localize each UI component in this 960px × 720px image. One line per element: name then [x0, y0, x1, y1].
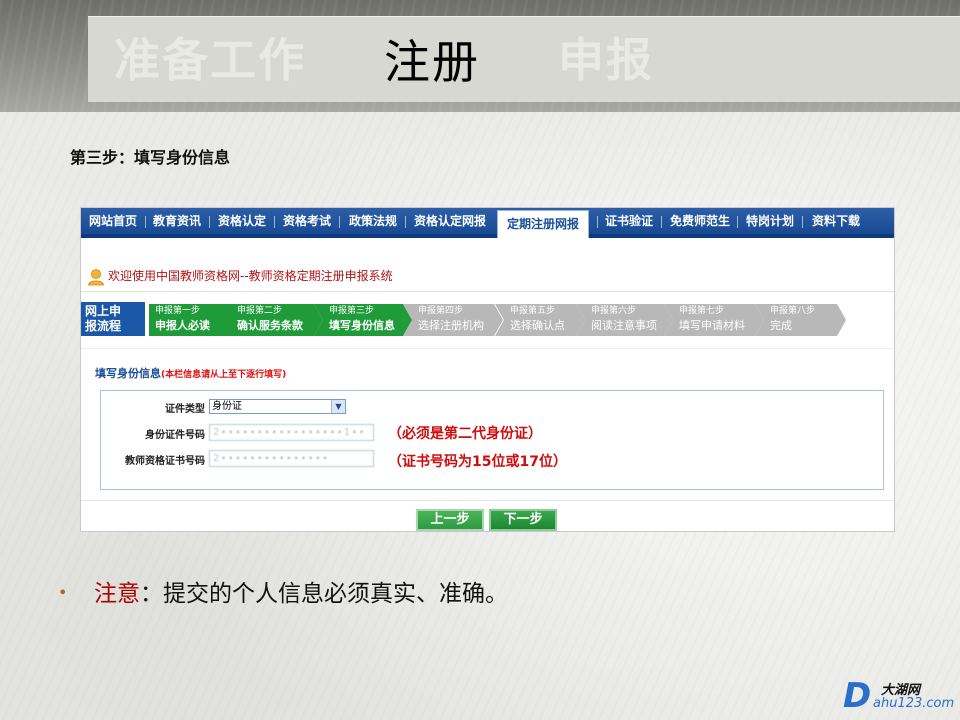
- nav-policy[interactable]: 政策法规: [349, 208, 397, 234]
- nav-special-posts[interactable]: 特岗计划: [746, 208, 794, 234]
- form-title: 填写身份信息(本栏信息请从上至下逐行填写): [95, 365, 286, 381]
- welcome-banner: 欢迎使用中国教师资格网--教师资格定期注册申报系统: [87, 266, 393, 286]
- flow-label: 网上申 报流程: [81, 302, 145, 336]
- next-step-button[interactable]: 下一步: [489, 509, 557, 531]
- nav-periodic-registration[interactable]: 定期注册网报: [497, 210, 590, 238]
- id-number-input[interactable]: 2∙∙∙∙∙∙∙∙∙∙∙∙∙∙∙∙∙1∙∙: [209, 424, 374, 441]
- flow-step-6: 申报第六步 阅读注意事项: [576, 304, 673, 336]
- title-tab-apply: 申报: [558, 33, 654, 87]
- flow-label-line2: 报流程: [85, 319, 122, 333]
- flow-step-7: 申报第七步 填写申请材料: [664, 304, 764, 336]
- nav-home[interactable]: 网站首页: [89, 208, 137, 234]
- title-tab-register: 注册: [384, 35, 480, 89]
- nav-qualification[interactable]: 资格认定: [218, 208, 266, 234]
- slide-title-panel: 准备工作 注册 申报: [88, 16, 960, 102]
- site-navbar: 网站首页 教育资讯 资格认定 资格考试 政策法规 资格认定网报 定期注册网报 证…: [81, 208, 894, 238]
- welcome-text: 欢迎使用中国教师资格网--教师资格定期注册申报系统: [108, 269, 393, 283]
- form-title-text: 填写身份信息: [95, 367, 161, 380]
- id-number-hint: （必须是第二代身份证）: [388, 426, 542, 442]
- id-type-label: 证件类型: [165, 404, 205, 415]
- bullet-icon: •: [58, 583, 68, 602]
- identity-form: 证件类型 身份证 ▼ 身份证件号码 2∙∙∙∙∙∙∙∙∙∙∙∙∙∙∙∙∙1∙∙ …: [100, 390, 884, 490]
- form-title-note: (本栏信息请从上至下逐行填写): [161, 370, 287, 380]
- flow-step-2: 申报第二步 确认服务条款: [222, 304, 323, 336]
- cert-number-input[interactable]: 2∙∙∙∙∙∙∙∙∙∙∙∙∙∙∙: [209, 450, 374, 467]
- flow-step-5: 申报第五步 选择确认点: [495, 304, 585, 336]
- step-caption: 第三步：填写身份信息: [70, 148, 231, 167]
- chevron-down-icon[interactable]: ▼: [331, 400, 345, 413]
- note-label: 注意: [94, 581, 140, 607]
- id-number-label: 身份证件号码: [145, 430, 205, 441]
- prev-step-button[interactable]: 上一步: [416, 509, 484, 531]
- cert-number-hint: （证书号码为15位或17位）: [388, 454, 567, 470]
- note-bullet: • 注意：提交的个人信息必须真实、准确。: [58, 574, 508, 608]
- nav-exam[interactable]: 资格考试: [283, 208, 331, 234]
- nav-qualification-online[interactable]: 资格认定网报: [414, 208, 486, 234]
- website-screenshot: 网站首页 教育资讯 资格认定 资格考试 政策法规 资格认定网报 定期注册网报 证…: [80, 207, 895, 532]
- cert-number-label: 教师资格证书号码: [125, 456, 205, 467]
- title-tab-prepare: 准备工作: [114, 33, 306, 87]
- flow-step-8: 申报第八步 完成: [755, 304, 846, 336]
- flow-step-3: 申报第三步 填写身份信息: [314, 304, 412, 336]
- nav-free-normal[interactable]: 免费师范生: [670, 208, 730, 234]
- id-type-value: 身份证: [212, 401, 242, 412]
- nav-certificate-verify[interactable]: 证书验证: [605, 208, 653, 234]
- logo-letter: D: [843, 676, 872, 716]
- user-icon: [88, 268, 104, 285]
- nav-news[interactable]: 教育资讯: [153, 208, 201, 234]
- logo-url-text: ahu123.com: [873, 696, 955, 711]
- flow-step-4: 申报第四步 选择注册机构: [403, 304, 503, 336]
- note-text: ：提交的个人信息必须真实、准确。: [140, 581, 508, 607]
- nav-downloads[interactable]: 资料下载: [812, 208, 860, 234]
- flow-label-line1: 网上申: [85, 304, 122, 318]
- id-type-select[interactable]: 身份证 ▼: [209, 399, 346, 414]
- site-logo: D 大湖网 ahu123.com: [843, 676, 958, 716]
